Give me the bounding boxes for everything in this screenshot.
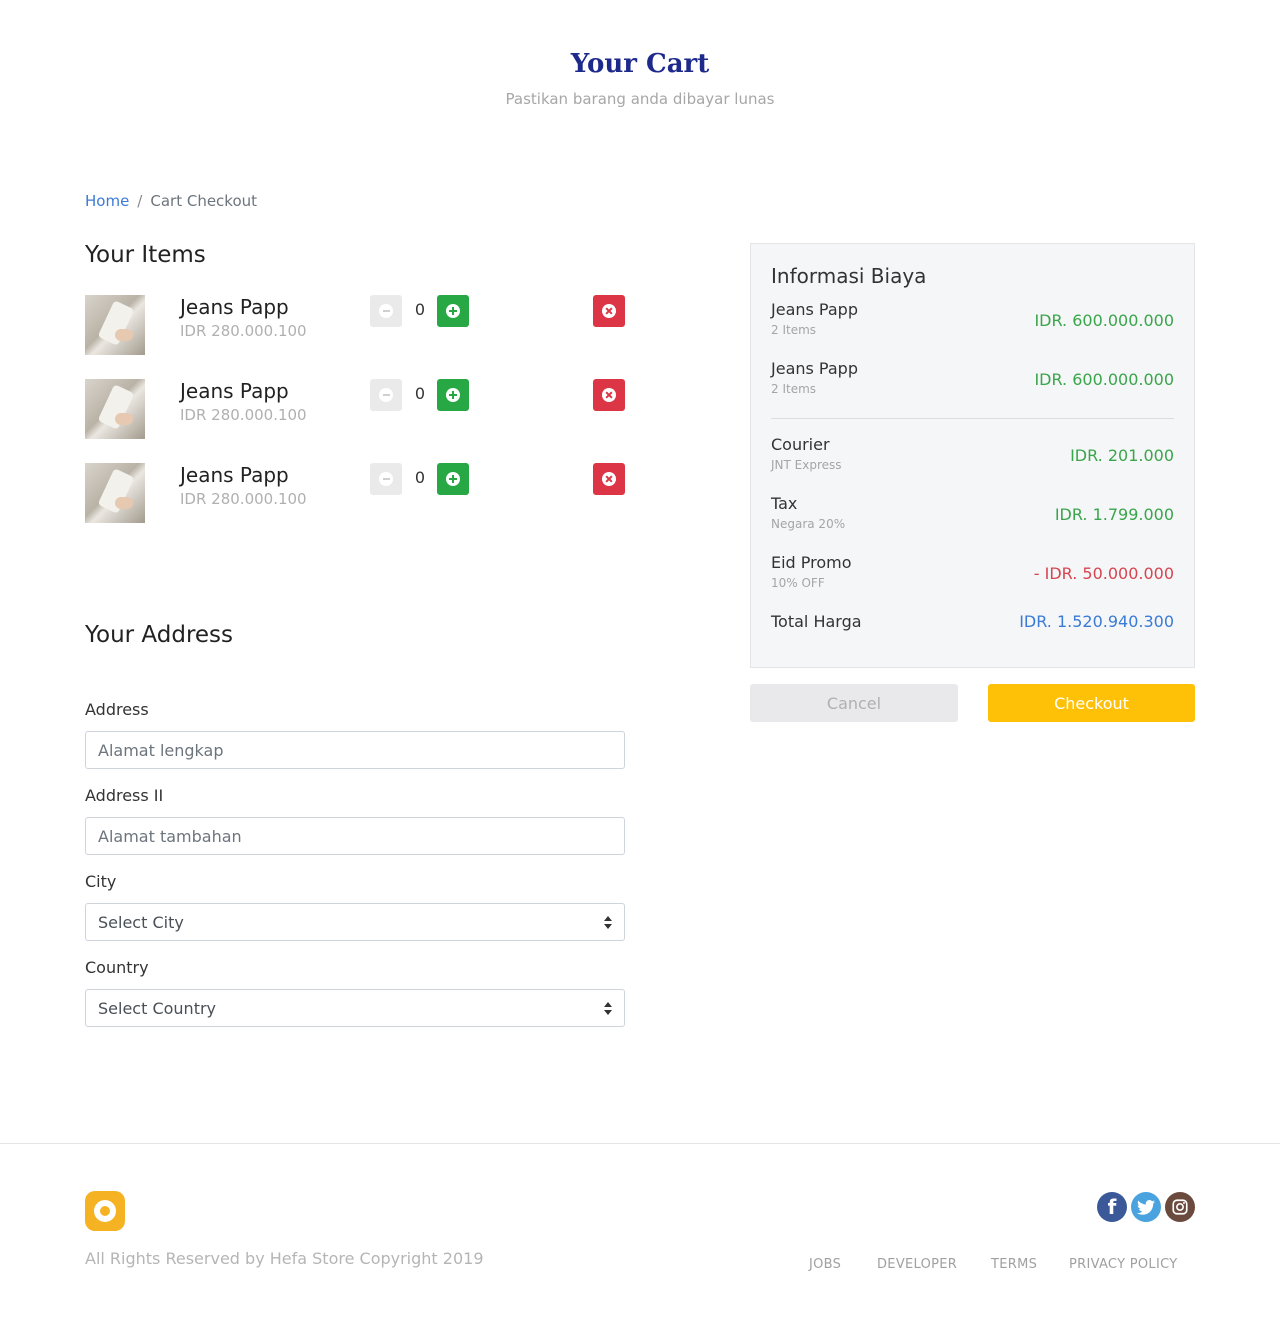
close-circle-icon [602, 388, 616, 402]
summary-line-value: IDR. 600.000.000 [1034, 311, 1174, 330]
address-label: Address [85, 700, 149, 719]
summary-line: Tax Negara 20% IDR. 1.799.000 [771, 494, 1174, 538]
summary-line: Courier JNT Express IDR. 201.000 [771, 435, 1174, 479]
items-section-title: Your Items [85, 242, 206, 268]
plus-circle-icon [446, 388, 460, 402]
summary-line-sub: Negara 20% [771, 517, 846, 531]
summary-line-label: Courier [771, 435, 830, 454]
plus-circle-icon [446, 304, 460, 318]
quantity-value: 0 [414, 300, 426, 319]
minus-circle-icon [379, 388, 393, 402]
breadcrumb-home-link[interactable]: Home [85, 192, 129, 210]
summary-line-sub: JNT Express [771, 458, 842, 472]
cancel-button[interactable]: Cancel [750, 684, 958, 722]
country-label: Country [85, 958, 149, 977]
summary-line-label: Jeans Papp [771, 359, 858, 378]
cart-item: Jeans Papp IDR 280.000.100 0 [85, 463, 625, 523]
summary-line: Eid Promo 10% OFF - IDR. 50.000.000 [771, 553, 1174, 597]
minus-circle-icon [379, 304, 393, 318]
increase-quantity-button[interactable] [437, 379, 469, 411]
page-title: Your Cart [570, 49, 710, 79]
close-circle-icon [602, 304, 616, 318]
item-name: Jeans Papp [180, 379, 289, 403]
cart-item: Jeans Papp IDR 280.000.100 0 [85, 379, 625, 439]
address2-input[interactable] [85, 817, 625, 855]
select-arrows-icon [604, 916, 612, 930]
decrease-quantity-button[interactable] [370, 379, 402, 411]
remove-item-button[interactable] [593, 295, 625, 327]
footer-link-jobs[interactable]: JOBS [809, 1257, 841, 1272]
country-select-value: Select Country [98, 998, 217, 1018]
minus-circle-icon [379, 472, 393, 486]
total-label: Total Harga [771, 612, 862, 631]
checkout-button[interactable]: Checkout [988, 684, 1195, 722]
product-image [85, 379, 145, 439]
plus-circle-icon [446, 472, 460, 486]
city-select[interactable]: Select City [85, 903, 625, 941]
address2-label: Address II [85, 786, 164, 805]
summary-line-label: Tax [771, 494, 798, 513]
item-price: IDR 280.000.100 [180, 490, 307, 508]
instagram-icon[interactable] [1165, 1192, 1195, 1222]
quantity-value: 0 [414, 384, 426, 403]
summary-line: Jeans Papp 2 Items IDR. 600.000.000 [771, 300, 1174, 344]
decrease-quantity-button[interactable] [370, 295, 402, 327]
summary-line-sub: 10% OFF [771, 576, 825, 590]
item-price: IDR 280.000.100 [180, 322, 307, 340]
city-label: City [85, 872, 117, 891]
store-logo[interactable] [85, 1191, 125, 1231]
page-subtitle: Pastikan barang anda dibayar lunas [505, 90, 775, 108]
address-section-title: Your Address [85, 622, 234, 648]
breadcrumb-current: Cart Checkout [150, 192, 258, 210]
summary-line-sub: 2 Items [771, 382, 817, 396]
decrease-quantity-button[interactable] [370, 463, 402, 495]
item-name: Jeans Papp [180, 295, 289, 319]
total-value: IDR. 1.520.940.300 [1019, 612, 1174, 631]
item-price: IDR 280.000.100 [180, 406, 307, 424]
product-image [85, 463, 145, 523]
breadcrumb-separator: / [137, 192, 143, 210]
summary-discount-value: - IDR. 50.000.000 [1033, 564, 1174, 583]
footer-link-terms[interactable]: TERMS [991, 1257, 1037, 1272]
item-name: Jeans Papp [180, 463, 289, 487]
summary-line-sub: 2 Items [771, 323, 817, 337]
increase-quantity-button[interactable] [437, 295, 469, 327]
facebook-icon[interactable]: f [1097, 1192, 1127, 1222]
summary-title: Informasi Biaya [771, 264, 927, 288]
summary-line: Jeans Papp 2 Items IDR. 600.000.000 [771, 359, 1174, 403]
select-arrows-icon [604, 1002, 612, 1016]
breadcrumb: Home / Cart Checkout [85, 192, 257, 210]
footer-divider [0, 1143, 1280, 1144]
close-circle-icon [602, 472, 616, 486]
remove-item-button[interactable] [593, 463, 625, 495]
copyright-text: All Rights Reserved by Hefa Store Copyri… [85, 1249, 484, 1268]
summary-line-value: IDR. 1.799.000 [1054, 505, 1174, 524]
cart-item: Jeans Papp IDR 280.000.100 0 [85, 295, 625, 355]
remove-item-button[interactable] [593, 379, 625, 411]
address-input[interactable] [85, 731, 625, 769]
footer-link-developer[interactable]: DEVELOPER [877, 1257, 957, 1272]
summary-line-label: Jeans Papp [771, 300, 858, 319]
summary-line-value: IDR. 201.000 [1070, 446, 1174, 465]
summary-divider [771, 418, 1174, 419]
cost-summary-panel: Informasi Biaya Jeans Papp 2 Items IDR. … [750, 243, 1195, 668]
page-header: Your Cart Pastikan barang anda dibayar l… [0, 46, 1280, 108]
summary-total: Total Harga IDR. 1.520.940.300 [771, 612, 1174, 636]
country-select[interactable]: Select Country [85, 989, 625, 1027]
summary-line-value: IDR. 600.000.000 [1034, 370, 1174, 389]
city-select-value: Select City [98, 912, 184, 932]
twitter-icon[interactable] [1131, 1192, 1161, 1222]
product-image [85, 295, 145, 355]
summary-line-label: Eid Promo [771, 553, 852, 572]
quantity-value: 0 [414, 468, 426, 487]
footer-link-privacy-policy[interactable]: PRIVACY POLICY [1069, 1257, 1178, 1272]
increase-quantity-button[interactable] [437, 463, 469, 495]
